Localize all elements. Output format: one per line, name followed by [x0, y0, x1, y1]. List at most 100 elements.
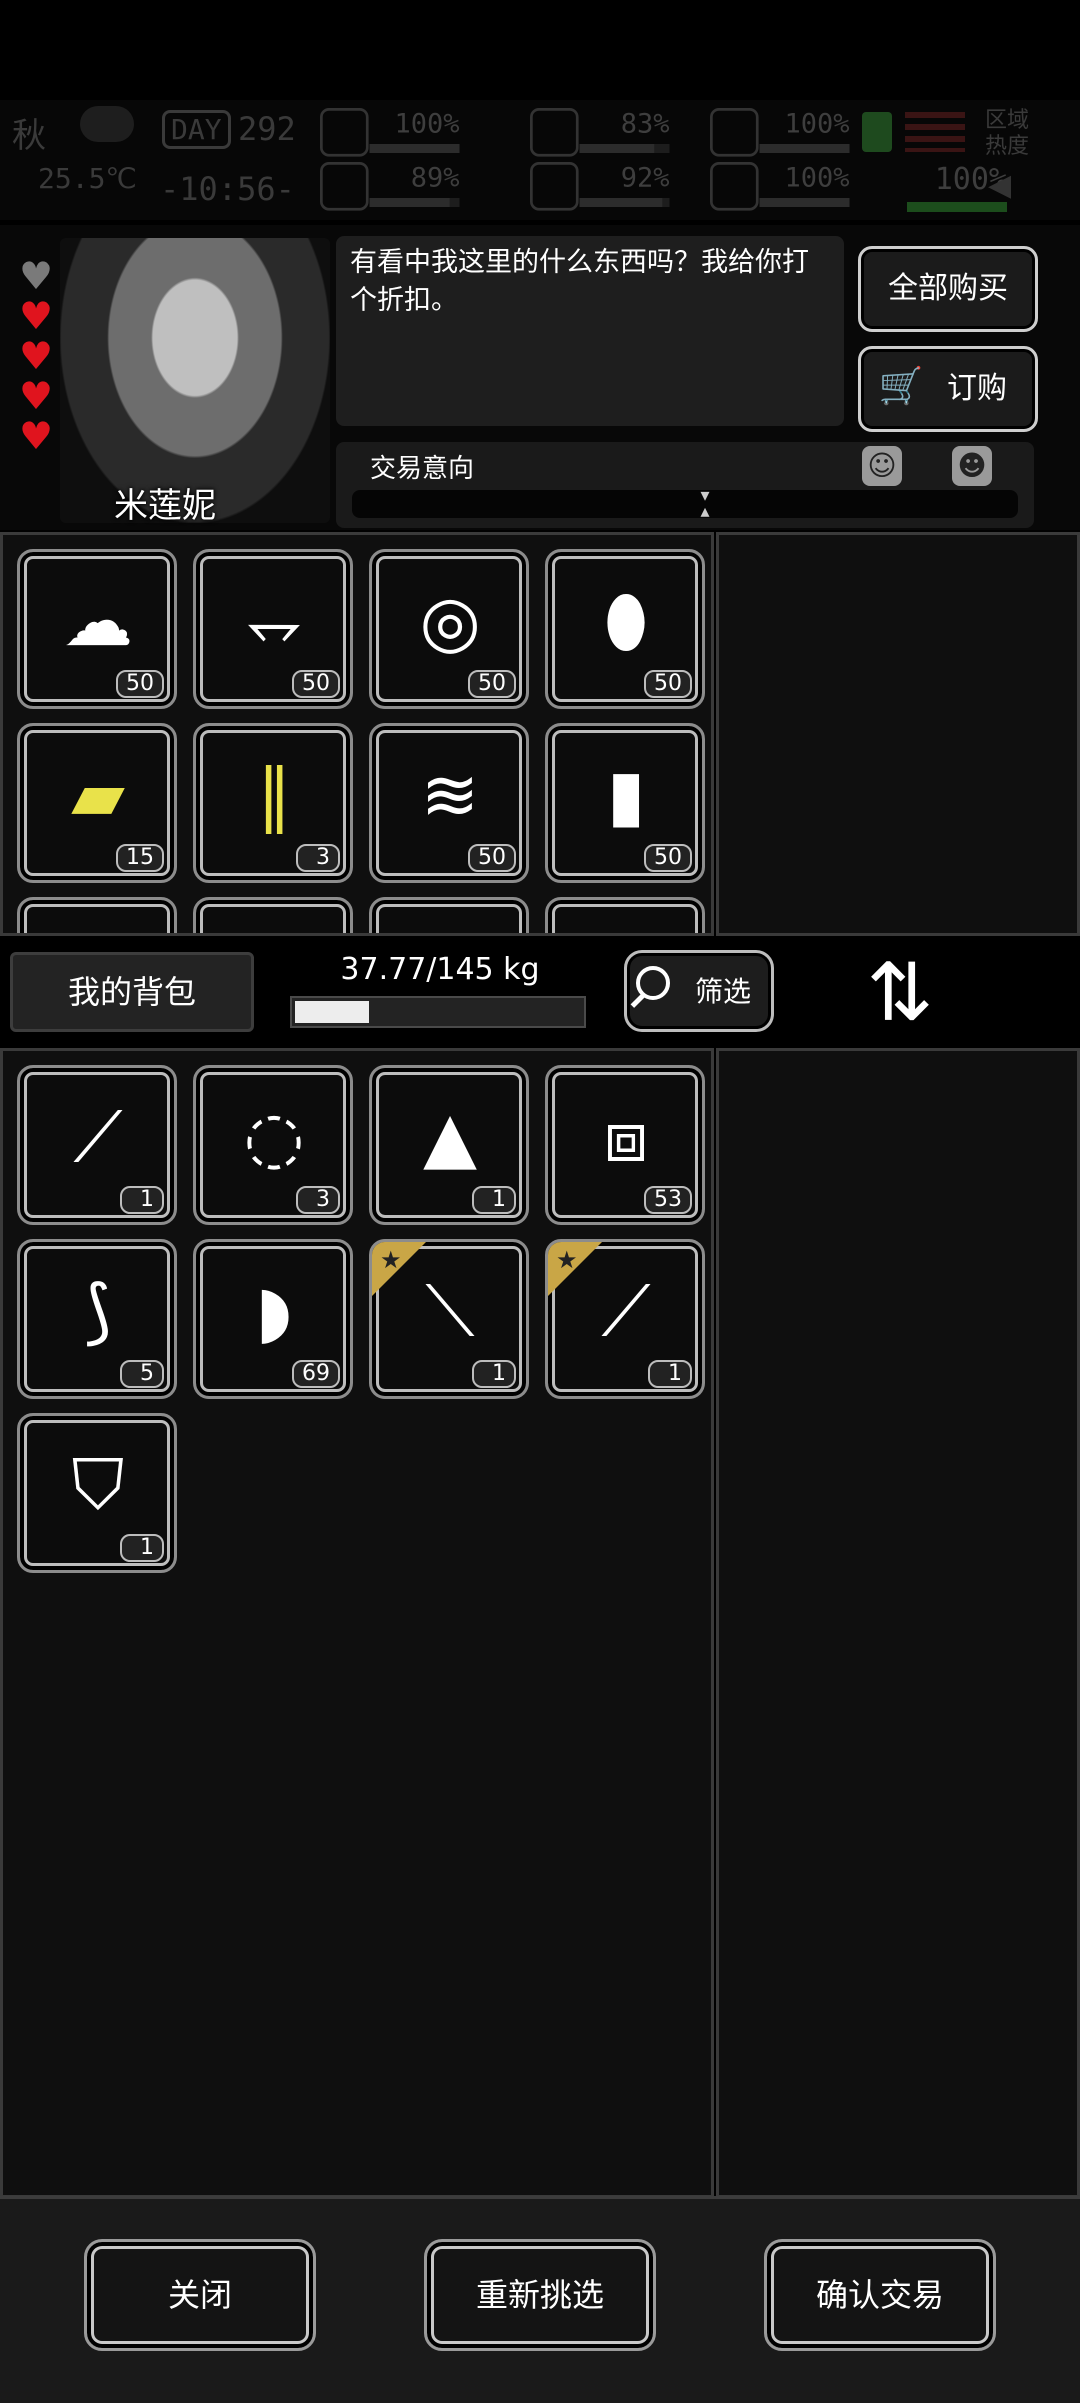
bag-inventory-panel[interactable]: ⟋ 1 ◌ 3 ▲ 1 ⧈ 53 ⟆ 5 ◗ 69 ★ ⟍ 1 ★ ⟋ 1 ⛉ 1: [0, 1048, 714, 2198]
buy-all-label: 全部购买: [888, 271, 1008, 306]
item-count: 1: [648, 1360, 692, 1388]
item-slot[interactable]: ⧈ 53: [545, 1065, 705, 1225]
day-label: DAY: [162, 110, 231, 149]
item-count: 1: [120, 1534, 164, 1562]
hud-stat-value: 100%: [394, 108, 460, 140]
trade-intent-label: 交易意向: [370, 454, 475, 484]
hud-stat-bar: [579, 144, 670, 153]
item-slot[interactable]: ◎ 50: [369, 549, 529, 709]
order-button[interactable]: 🛒 订购: [858, 346, 1038, 432]
affection-hearts: ♥ ♥ ♥ ♥ ♥: [16, 254, 56, 458]
item-slot[interactable]: ⟆ 5: [17, 1239, 177, 1399]
water-drop-icon: [530, 162, 579, 211]
item-slot[interactable]: [193, 897, 353, 933]
heart-icon: ♥: [18, 414, 54, 458]
bandage-roll-icon: ◗: [255, 1270, 293, 1352]
shop-inventory-panel[interactable]: ☁ 50 ⥐ 50 ◎ 50 ⬮ 50 ▰ 15 ∥ 3 ≋ 50 ▮ 50: [0, 532, 714, 936]
bandage-splint-icon: ⟆: [84, 1270, 112, 1352]
tape-roll-icon: ≋: [420, 754, 480, 836]
heart-icon: ♥: [18, 294, 54, 338]
item-slot[interactable]: ◌ 3: [193, 1065, 353, 1225]
item-slot[interactable]: ⥐ 50: [193, 549, 353, 709]
neutral-face-icon: ☺: [862, 446, 902, 486]
item-slot[interactable]: ≋ 50: [369, 723, 529, 883]
knife-icon: ⟍: [425, 1270, 475, 1352]
item-count: 3: [296, 1186, 340, 1214]
armor-vest-icon: ⛉: [71, 1444, 125, 1526]
temperature-readout: 25.5℃: [38, 162, 137, 195]
speaker-icon[interactable]: ◀: [988, 168, 1011, 203]
torn-shirt-icon: ▲: [423, 1096, 477, 1178]
stomach-icon: [530, 108, 579, 157]
item-slot[interactable]: ☁ 50: [17, 549, 177, 709]
hud-stat: 100%: [710, 108, 850, 162]
item-count: 1: [472, 1186, 516, 1214]
bag-weight-bar: [290, 996, 586, 1028]
battery-icon: ▮: [606, 754, 646, 836]
item-count: 53: [644, 1186, 692, 1214]
shopping-cart-icon: 🛒: [878, 366, 924, 407]
hud-stat-value: 83%: [620, 108, 670, 140]
item-slot[interactable]: [17, 897, 177, 933]
item-count: 5: [120, 1360, 164, 1388]
action-bar: 关闭 重新挑选 确认交易: [0, 2196, 1080, 2403]
item-slot[interactable]: ▮ 50: [545, 723, 705, 883]
extra-stat-bar: [907, 202, 1007, 212]
buy-all-button[interactable]: 全部购买: [858, 246, 1038, 332]
item-count: 50: [644, 670, 692, 698]
confirm-trade-button[interactable]: 确认交易: [764, 2239, 996, 2351]
item-slot[interactable]: ⛉ 1: [17, 1413, 177, 1573]
order-label: 订购: [947, 371, 1007, 406]
zone-indicator-icon: [862, 112, 892, 152]
shop-detail-panel: [716, 532, 1080, 936]
filter-label: 筛选: [695, 975, 752, 1008]
item-slot[interactable]: ⬮ 50: [545, 549, 705, 709]
hud-stat: 100%: [320, 108, 460, 162]
npc-name: 米莲妮: [114, 486, 216, 526]
item-slot[interactable]: [369, 897, 529, 933]
hud-stat-bar: [759, 144, 850, 153]
happy-face-icon: ☻: [952, 446, 992, 486]
reselect-button[interactable]: 重新挑选: [424, 2239, 656, 2351]
item-slot[interactable]: ★ ⟍ 1: [369, 1239, 529, 1399]
item-slot[interactable]: ★ ⟋ 1: [545, 1239, 705, 1399]
trade-intent-marker: ▾ ▴: [700, 485, 710, 522]
item-slot[interactable]: [545, 897, 705, 933]
medkit-icon: [320, 108, 369, 157]
plastic-bottle-icon: ⬮: [604, 580, 648, 662]
scrap-cloth-icon: ⥐: [246, 580, 302, 662]
item-slot[interactable]: ▲ 1: [369, 1065, 529, 1225]
heart-icon: ♥: [18, 334, 54, 378]
heart-icon: [710, 162, 759, 211]
area-heat-label: 区域 热度: [985, 108, 1030, 159]
shovel-icon: ⟋: [601, 1270, 651, 1352]
item-slot[interactable]: ◗ 69: [193, 1239, 353, 1399]
item-count: 15: [116, 844, 164, 872]
heart-icon: ♥: [18, 254, 54, 298]
brain-icon: [320, 162, 369, 211]
hud-stat-bar: [369, 144, 460, 153]
safety-pin-icon: ∥: [256, 754, 292, 836]
weather-cloud-icon: [80, 106, 134, 142]
hud-stat: 83%: [530, 108, 670, 162]
item-slot[interactable]: ⟋ 1: [17, 1065, 177, 1225]
item-count: 50: [468, 670, 516, 698]
bag-weight-fill: [295, 1001, 369, 1023]
hud-stat: 89%: [320, 162, 460, 216]
item-slot[interactable]: ∥ 3: [193, 723, 353, 883]
trade-intent-meter: [352, 490, 1018, 518]
swap-arrows-icon[interactable]: ⇅: [850, 948, 950, 1038]
my-bag-tab[interactable]: 我的背包: [10, 952, 254, 1032]
yellow-fabric-icon: ▰: [71, 754, 125, 836]
close-button[interactable]: 关闭: [84, 2239, 316, 2351]
extra-stat: 100%: [852, 162, 1007, 222]
season-label: 秋: [12, 116, 46, 156]
lockpick-icon: ⟋: [73, 1096, 123, 1178]
cloth-pile-icon: ☁: [63, 580, 133, 662]
item-count: 3: [296, 844, 340, 872]
hud-stat: 92%: [530, 162, 670, 216]
clock-readout: -10:56-: [160, 170, 295, 208]
item-slot[interactable]: ▰ 15: [17, 723, 177, 883]
item-count: 50: [644, 844, 692, 872]
logs-icon: ◎: [419, 580, 481, 662]
